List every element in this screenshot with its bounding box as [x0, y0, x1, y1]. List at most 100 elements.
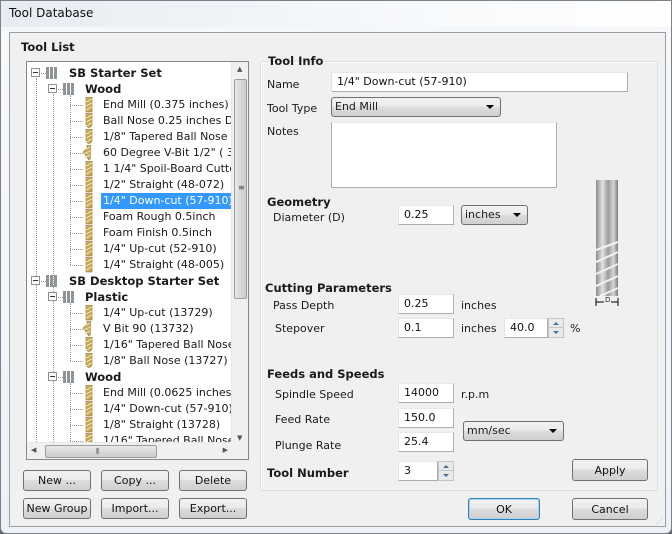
- spindle-speed-label: Spindle Speed: [275, 388, 354, 401]
- export-button[interactable]: Export...: [179, 498, 247, 519]
- stepover-percent-input[interactable]: 40.0: [504, 318, 548, 338]
- tool-database-window: Tool Database Tool List SB Starter Set Wo…: [0, 0, 672, 534]
- tree-group-node[interactable]: Plastic: [27, 289, 232, 305]
- scroll-down-arrow-icon[interactable]: ▼: [237, 434, 242, 442]
- delete-tool-button[interactable]: Delete: [179, 470, 247, 491]
- diameter-dimension-label: D: [604, 296, 612, 304]
- tree-tool-node[interactable]: 1/4" Straight (48-005): [27, 257, 232, 273]
- tree-tool-node[interactable]: 1/4" Down-cut (57-910): [27, 401, 232, 417]
- tree-group-node[interactable]: SB Desktop Starter Set: [27, 273, 232, 289]
- name-input[interactable]: 1/4" Down-cut (57-910): [331, 72, 628, 92]
- grip-icon: ⦀: [96, 447, 100, 456]
- diameter-units-select[interactable]: inches: [461, 205, 528, 225]
- notes-textarea[interactable]: [331, 122, 557, 188]
- tree-tool-node[interactable]: 1/8" Ball Nose (13727): [27, 353, 232, 369]
- tool-number-spinner[interactable]: [438, 461, 454, 481]
- cancel-button[interactable]: Cancel: [572, 498, 648, 520]
- tree-tool-node[interactable]: 1/16" Tapered Ball Nose (1: [27, 337, 232, 353]
- vertical-scrollbar[interactable]: ▲ ≡ ▼: [231, 62, 248, 445]
- vertical-scroll-thumb[interactable]: ≡: [234, 79, 247, 299]
- tree-connector: [70, 217, 83, 218]
- tree-connector: [70, 265, 83, 266]
- ball-nose-bit-icon: [85, 337, 93, 352]
- cutting-parameters-heading: Cutting Parameters: [265, 281, 392, 295]
- tool-group-icon: [63, 371, 74, 383]
- collapse-icon[interactable]: [31, 276, 40, 285]
- chevron-down-icon: [549, 429, 557, 433]
- tree-node-label: 1/4" Straight (48-005): [103, 258, 225, 271]
- stepover-input[interactable]: 0.1: [398, 318, 454, 338]
- horizontal-scroll-thumb[interactable]: ⦀: [45, 445, 157, 458]
- tree-tool-node[interactable]: V Bit 90 (13732): [27, 321, 232, 337]
- tree-node-label: Wood: [85, 370, 122, 384]
- tool-number-input[interactable]: 3: [398, 461, 438, 481]
- title-bar[interactable]: Tool Database: [1, 1, 671, 27]
- tree-connector: [70, 393, 83, 394]
- rate-units-select[interactable]: mm/sec: [463, 421, 564, 441]
- tree-node-label: 1/4" Down-cut (57-910): [101, 193, 232, 209]
- grip-icon: ≡: [238, 183, 245, 192]
- collapse-icon[interactable]: [48, 84, 57, 93]
- resize-grip-icon[interactable]: ⋰: [656, 518, 663, 525]
- feed-rate-input[interactable]: 150.0: [398, 408, 454, 428]
- stepover-label: Stepover: [275, 322, 325, 335]
- end-mill-bit-icon: [85, 401, 93, 417]
- tree-node-label: End Mill (0.0625 inches): [103, 386, 232, 399]
- name-label: Name: [267, 78, 300, 91]
- tree-group-node[interactable]: Wood: [27, 369, 232, 385]
- spin-up-button[interactable]: [439, 462, 453, 471]
- tool-tree[interactable]: SB Starter Set Wood End Mill (0.375 inches…: [26, 61, 249, 460]
- tree-tool-node[interactable]: Foam Rough 0.5inch: [27, 209, 232, 225]
- tree-node-label: Foam Finish 0.5inch: [103, 226, 212, 239]
- tree-node-label: V Bit 90 (13732): [103, 322, 194, 335]
- tool-type-select[interactable]: End Mill: [331, 97, 501, 117]
- tree-node-label: 1/2" Straight (48-072): [103, 178, 225, 191]
- tree-tool-node[interactable]: End Mill (0.375 inches): [27, 97, 232, 113]
- tree-group-node[interactable]: Wood: [27, 81, 232, 97]
- collapse-icon[interactable]: [48, 372, 57, 381]
- diameter-input[interactable]: 0.25: [398, 205, 454, 225]
- tree-tool-node[interactable]: 1/4" Up-cut (13729): [27, 305, 232, 321]
- tool-type-label: Tool Type: [267, 102, 318, 115]
- scroll-left-arrow-icon[interactable]: ◀: [31, 446, 36, 454]
- tree-tool-node[interactable]: 1/4" Down-cut (57-910): [27, 193, 232, 209]
- tree-node-label: 1/4" Up-cut (52-910): [103, 242, 217, 255]
- copy-tool-button[interactable]: Copy ...: [101, 470, 169, 491]
- spin-down-button[interactable]: [549, 328, 563, 337]
- tree-tool-node[interactable]: 1/2" Straight (48-072): [27, 177, 232, 193]
- ball-nose-bit-icon: [85, 353, 93, 368]
- diameter-units-value: inches: [465, 208, 501, 221]
- spindle-speed-input[interactable]: 14000: [398, 383, 454, 403]
- percent-sign: %: [570, 322, 581, 335]
- tool-list-label: Tool List: [21, 40, 75, 54]
- tree-connector: [70, 425, 83, 426]
- horizontal-scrollbar[interactable]: ◀ ⦀ ▶: [27, 442, 232, 459]
- tree-group-node[interactable]: SB Starter Set: [27, 65, 232, 81]
- spin-down-button[interactable]: [439, 471, 453, 480]
- tree-tool-node[interactable]: Foam Finish 0.5inch: [27, 225, 232, 241]
- tree-tool-node[interactable]: 1/8" Straight (13728): [27, 417, 232, 433]
- v-bit-icon: [83, 145, 91, 161]
- import-button[interactable]: Import...: [101, 498, 169, 519]
- spin-up-button[interactable]: [549, 319, 563, 328]
- stepover-percent-spinner[interactable]: [548, 318, 564, 338]
- tree-tool-node[interactable]: 1/4" Up-cut (52-910): [27, 241, 232, 257]
- tree-connector: [70, 249, 83, 250]
- plunge-rate-input[interactable]: 25.4: [398, 432, 454, 452]
- collapse-icon[interactable]: [48, 292, 57, 301]
- tree-tool-node[interactable]: 1/8" Tapered Ball Nose ( 7: [27, 129, 232, 145]
- scroll-right-arrow-icon[interactable]: ▶: [223, 446, 228, 454]
- tree-tool-node[interactable]: 1 1/4" Spoil-Board Cutter (: [27, 161, 232, 177]
- new-tool-button[interactable]: New ...: [23, 470, 91, 491]
- scroll-up-arrow-icon[interactable]: ▲: [237, 65, 242, 73]
- tree-tool-node[interactable]: Ball Nose 0.25 inches Dia: [27, 113, 232, 129]
- tree-tool-node[interactable]: End Mill (0.0625 inches): [27, 385, 232, 401]
- ok-button[interactable]: OK: [468, 498, 540, 520]
- tree-tool-node[interactable]: 60 Degree V-Bit 1/2" ( 37-: [27, 145, 232, 161]
- pass-depth-input[interactable]: 0.25: [398, 294, 454, 314]
- tree-connector: [70, 137, 83, 138]
- chevron-down-icon: [513, 213, 521, 217]
- apply-button[interactable]: Apply: [572, 459, 648, 481]
- new-group-button[interactable]: New Group: [23, 498, 91, 519]
- collapse-icon[interactable]: [31, 68, 40, 77]
